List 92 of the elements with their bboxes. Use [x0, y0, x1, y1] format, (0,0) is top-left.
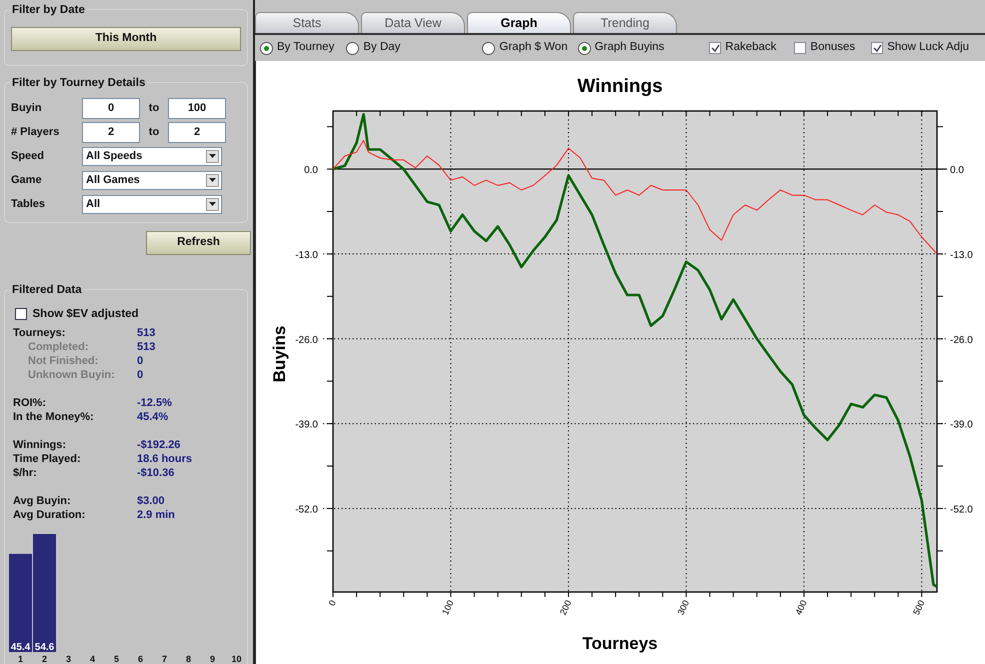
x-tick-label: 500 — [911, 598, 926, 616]
y-tick-label: 0.0 — [950, 165, 964, 176]
stat-value: 2.9 min — [137, 508, 175, 522]
stat-value: 0 — [137, 368, 144, 382]
field-label: Game — [11, 172, 43, 188]
radio-button[interactable] — [482, 42, 496, 54]
range-from-field[interactable]: 0 — [82, 98, 140, 118]
x-tick-label: 100 — [440, 598, 456, 616]
bar-value: 45.4 — [10, 642, 30, 653]
y-tick-label: -13.0 — [295, 250, 318, 261]
y-tick-label: -52.0 — [950, 504, 973, 516]
stat-label: $/hr: — [13, 466, 38, 480]
stat-label: ROI%: — [13, 396, 47, 410]
radio-button[interactable] — [346, 42, 360, 54]
checkbox[interactable] — [794, 42, 806, 54]
radio-button[interactable] — [260, 42, 273, 54]
dropdown[interactable]: All Speeds — [82, 146, 222, 166]
stat-label: Unknown Buyin: — [27, 368, 116, 382]
checkbox[interactable] — [15, 308, 27, 320]
y-tick-label: -26.0 — [295, 334, 318, 346]
category-label: 3 — [66, 654, 71, 664]
y-tick-label: -39.0 — [295, 420, 318, 431]
stat-value: -$192.26 — [137, 438, 180, 452]
x-tick-label: 200 — [558, 598, 574, 616]
radio-label: Graph Buyins — [594, 40, 664, 56]
stat-value: $3.00 — [137, 494, 165, 508]
dropdown[interactable]: All — [82, 194, 222, 214]
y-tick-label: -39.0 — [950, 420, 973, 431]
range-to-field[interactable]: 2 — [168, 122, 226, 142]
dropdown-value: All Speeds — [86, 148, 142, 164]
stat-label: Not Finished: — [27, 354, 100, 368]
y-tick-label: -13.0 — [950, 250, 973, 261]
checkbox[interactable] — [709, 42, 722, 54]
axis-title: Tourneys — [582, 634, 658, 653]
category-label: 7 — [162, 654, 167, 664]
field-label: Tables — [11, 196, 46, 212]
range-to-field[interactable]: 100 — [168, 98, 226, 118]
stat-value: 18.6 hours — [137, 452, 192, 466]
category-label: 4 — [90, 654, 95, 664]
x-tick-label: 400 — [793, 598, 809, 616]
stat-label: Avg Duration: — [13, 508, 86, 522]
field-label: # Players — [11, 124, 60, 140]
stat-label: Completed: — [27, 340, 90, 354]
x-tick-label: 300 — [676, 598, 692, 616]
radio-label: Graph $ Won — [499, 40, 568, 56]
stat-label: Tourneys: — [13, 326, 66, 340]
range-from-field[interactable]: 2 — [82, 122, 140, 142]
range-separator: to — [148, 100, 160, 116]
stat-label: Avg Buyin: — [13, 494, 72, 508]
stat-label: In the Money%: — [13, 410, 95, 424]
field-label: Buyin — [11, 100, 43, 116]
category-label: 6 — [138, 654, 143, 664]
chart-title: Winnings — [577, 76, 663, 97]
category-label: 9 — [210, 654, 215, 664]
stat-label: Time Played: — [13, 452, 82, 466]
stat-label: Winnings: — [13, 438, 68, 452]
category-label: 8 — [186, 654, 191, 664]
date-range-button[interactable]: This Month — [11, 27, 241, 51]
tab[interactable]: Stats — [255, 12, 359, 33]
stat-value: 45.4% — [137, 410, 168, 424]
tab[interactable]: Data View — [361, 12, 465, 33]
y-tick-label: -52.0 — [295, 504, 318, 516]
refresh-button[interactable]: Refresh — [146, 231, 251, 255]
stat-value: 0 — [137, 354, 144, 368]
checkbox[interactable] — [871, 42, 884, 54]
category-label: 2 — [42, 654, 47, 664]
category-label: 1 — [18, 654, 23, 664]
radio-button[interactable] — [578, 42, 591, 54]
checkbox-label: Show Luck Adju — [887, 40, 970, 56]
category-label: 5 — [114, 654, 119, 664]
dropdown[interactable]: All Games — [82, 170, 222, 190]
checkbox-label: Rakeback — [725, 40, 776, 56]
field-label: Speed — [11, 148, 46, 164]
stat-value: 513 — [137, 326, 156, 340]
radio-label: By Day — [363, 40, 400, 56]
axis-title: Buyins — [270, 326, 289, 382]
tab[interactable]: Trending — [573, 12, 677, 33]
dropdown-value: All — [86, 196, 100, 212]
tab[interactable]: Graph — [467, 12, 571, 33]
stat-value: 513 — [137, 340, 156, 354]
stat-value: -12.5% — [137, 396, 172, 410]
radio-label: By Tourney — [277, 40, 334, 56]
x-tick-label: 0 — [326, 598, 338, 608]
category-label: 10 — [232, 654, 242, 664]
range-separator: to — [148, 124, 160, 140]
checkbox-label: Show $EV adjusted — [32, 306, 139, 322]
bar-value: 54.6 — [34, 642, 54, 653]
stat-value: -$10.36 — [137, 466, 174, 480]
y-tick-label: 0.0 — [304, 165, 318, 176]
y-tick-label: -26.0 — [950, 334, 973, 346]
checkbox-label: Bonuses — [810, 40, 856, 56]
dropdown-value: All Games — [86, 172, 140, 188]
